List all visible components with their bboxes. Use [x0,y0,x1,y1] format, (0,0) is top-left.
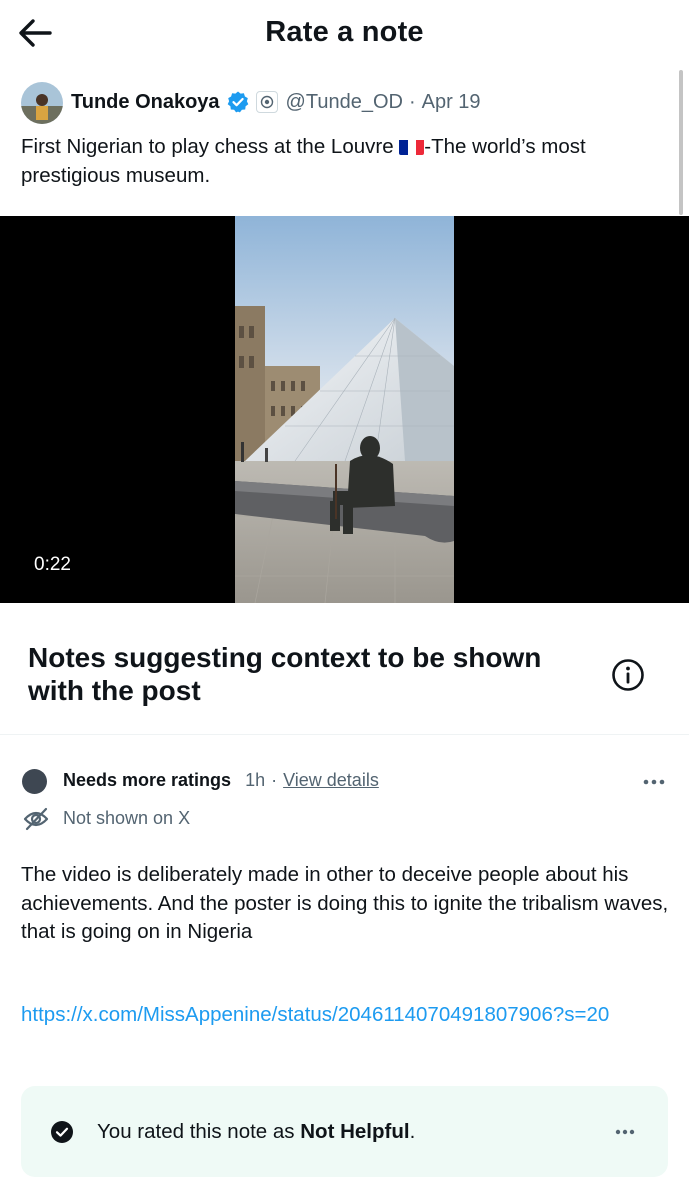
post-header: Tunde Onakoya @Tunde_OD · Apr 19 [71,90,481,114]
note-body: The video is deliberately made in other … [21,863,669,943]
author-name[interactable]: Tunde Onakoya [71,91,220,114]
france-flag-icon [399,137,425,155]
notes-section-header: Notes suggesting context to be shown wit… [0,603,689,735]
video-player[interactable]: 0:22 [0,216,689,603]
rating-value: Not Helpful [300,1120,410,1143]
meta-separator: · [408,90,416,113]
author-handle[interactable]: @Tunde_OD [286,91,403,114]
note-visibility-row: Not shown on X [22,804,190,832]
more-horizontal-icon [643,779,665,785]
page-title: Rate a note [265,16,424,48]
info-button[interactable] [610,657,646,693]
note-age: 1h [245,770,266,790]
info-circle-icon [612,659,644,691]
eye-off-icon [23,807,49,831]
note-more-button[interactable] [641,772,667,792]
status-separator: · [271,770,278,790]
more-horizontal-icon [615,1129,635,1135]
note-status: Needs more ratings [63,770,232,790]
status-dot-icon [22,769,47,794]
post-text-part-1: First Nigerian to play chess at the Louv… [21,135,400,158]
rating-text: You rated this note as Not Helpful. [97,1120,415,1144]
note-source-link[interactable]: https://x.com/MissAppenine/status/204611… [21,1001,661,1030]
verified-badge-icon [227,91,248,113]
video-timestamp: 0:22 [34,554,71,575]
rating-prefix: You rated this note as [97,1120,301,1143]
post-text: First Nigerian to play chess at the Louv… [21,132,661,190]
affiliate-badge-icon [255,91,278,113]
check-circle-icon [51,1121,73,1143]
note-status-row: Needs more ratings 1h · View details [63,770,379,791]
video-thumbnail [235,216,454,603]
rating-suffix: . [409,1120,416,1143]
note-visibility-text: Not shown on X [63,807,191,828]
author-avatar[interactable] [21,82,63,124]
your-rating-box: You rated this note as Not Helpful. [21,1086,668,1177]
top-bar: Rate a note [0,0,689,66]
rating-more-button[interactable] [613,1122,637,1142]
post-date[interactable]: Apr 19 [422,91,481,114]
view-details-link[interactable]: View details [283,770,379,791]
notes-section-title: Notes suggesting context to be shown wit… [28,642,542,706]
scrollbar-thumb[interactable] [679,70,683,215]
